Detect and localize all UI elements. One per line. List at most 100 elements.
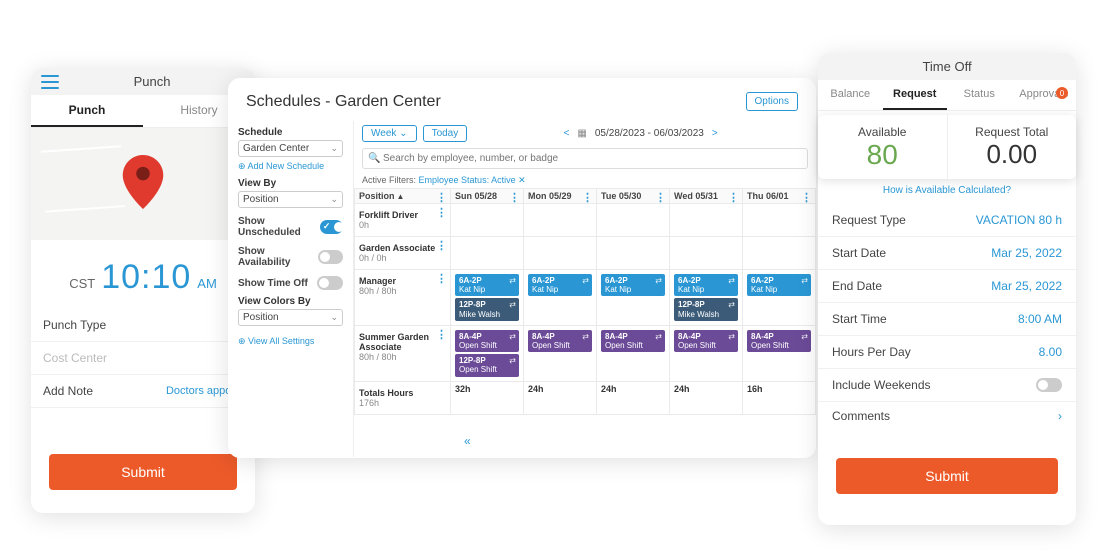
tab-approvals[interactable]: Approvals0 [1012, 80, 1077, 110]
schedule-cell[interactable] [743, 204, 816, 237]
schedule-cell[interactable] [524, 204, 597, 237]
swap-icon: ⇄ [509, 276, 516, 285]
swap-icon: ⇄ [655, 276, 662, 285]
totals-value: 32h [451, 381, 524, 414]
chevron-down-icon: ⌄ [330, 143, 338, 154]
row-menu-icon[interactable]: ⋮ [436, 328, 447, 341]
available-label: Available [822, 125, 943, 139]
schedule-cell[interactable]: 8A-4P⇄Open Shift [670, 325, 743, 381]
tab-status[interactable]: Status [947, 80, 1012, 110]
punch-type-row[interactable]: Punch Type [31, 309, 255, 342]
filter-tag[interactable]: Employee Status: Active ✕ [419, 175, 526, 185]
schedule-cell[interactable]: 8A-4P⇄Open Shift [524, 325, 597, 381]
punch-submit-button[interactable]: Submit [49, 454, 237, 490]
toggle-switch[interactable] [317, 276, 343, 290]
position-row: Forklift Driver0h⋮ [355, 204, 816, 237]
toggle-switch[interactable]: ✓ [320, 220, 343, 234]
schedule-cell[interactable] [597, 237, 670, 270]
shift-block[interactable]: 12P-8P⇄Mike Walsh [674, 298, 738, 320]
schedule-cell[interactable]: 6A-2P⇄Kat Nip12P-8P⇄Mike Walsh [670, 270, 743, 326]
position-column-header[interactable]: Position▲⋮ [355, 189, 451, 204]
comments-row[interactable]: Comments › [818, 402, 1076, 430]
shift-block[interactable]: 8A-4P⇄Open Shift [455, 330, 519, 352]
timeoff-tabs: BalanceRequestStatusApprovals0 [818, 80, 1076, 111]
swap-icon: ⇄ [801, 276, 808, 285]
timeoff-submit-button[interactable]: Submit [836, 458, 1058, 494]
view-all-settings-link[interactable]: ⊕ View All Settings [238, 336, 343, 347]
row-menu-icon[interactable]: ⋮ [436, 206, 447, 219]
include-weekends-toggle[interactable] [1036, 378, 1062, 392]
timeoff-field-hours-per-day[interactable]: Hours Per Day8.00 [818, 336, 1076, 369]
position-row: Manager80h / 80h⋮6A-2P⇄Kat Nip12P-8P⇄Mik… [355, 270, 816, 326]
shift-block[interactable]: 12P-8P⇄Mike Walsh [455, 298, 519, 320]
include-weekends-label: Include Weekends [832, 378, 931, 392]
map[interactable] [31, 128, 255, 240]
toggle-switch[interactable] [318, 250, 343, 264]
shift-block[interactable]: 8A-4P⇄Open Shift [674, 330, 738, 352]
column-menu-icon[interactable]: ⋮ [655, 191, 666, 204]
shift-block[interactable]: 8A-4P⇄Open Shift [747, 330, 811, 352]
row-menu-icon[interactable]: ⋮ [436, 272, 447, 285]
add-schedule-link[interactable]: ⊕ Add New Schedule [238, 161, 343, 172]
next-week-icon[interactable]: > [712, 128, 718, 139]
viewby-select[interactable]: Position⌄ [238, 191, 343, 208]
timeoff-field-request-type[interactable]: Request TypeVACATION 80 h [818, 204, 1076, 237]
calendar-icon[interactable]: ▦ [577, 128, 586, 139]
cost-center-row[interactable]: Cost Center [31, 342, 255, 375]
row-menu-icon[interactable]: ⋮ [436, 239, 447, 252]
add-note-row[interactable]: Add Note Doctors appoint [31, 375, 255, 408]
schedule-cell[interactable] [670, 237, 743, 270]
timeoff-field-start-date[interactable]: Start DateMar 25, 2022 [818, 237, 1076, 270]
schedule-cell[interactable]: 8A-4P⇄Open Shift [597, 325, 670, 381]
schedule-cell[interactable] [451, 204, 524, 237]
shift-block[interactable]: 12P-8P⇄Open Shift [455, 354, 519, 376]
schedule-cell[interactable]: 6A-2P⇄Kat Nip [597, 270, 670, 326]
shift-block[interactable]: 8A-4P⇄Open Shift [528, 330, 592, 352]
schedule-cell[interactable]: 8A-4P⇄Open Shift12P-8P⇄Open Shift [451, 325, 524, 381]
shift-block[interactable]: 6A-2P⇄Kat Nip [674, 274, 738, 296]
tab-request[interactable]: Request [883, 80, 948, 110]
schedule-cell[interactable] [524, 237, 597, 270]
schedule-select[interactable]: Garden Center⌄ [238, 140, 343, 157]
collapse-sidebar-icon[interactable]: « [464, 434, 471, 448]
shift-block[interactable]: 6A-2P⇄Kat Nip [747, 274, 811, 296]
day-column-header[interactable]: Sun 05/28⋮ [451, 189, 524, 204]
schedule-cell[interactable] [743, 237, 816, 270]
schedules-sidebar: Schedule Garden Center⌄ ⊕ Add New Schedu… [228, 121, 354, 457]
punch-tabs: Punch History [31, 95, 255, 128]
swap-icon: ⇄ [728, 300, 735, 309]
column-menu-icon[interactable]: ⋮ [509, 191, 520, 204]
options-button[interactable]: Options [746, 92, 798, 111]
shift-block[interactable]: 6A-2P⇄Kat Nip [455, 274, 519, 296]
tab-balance[interactable]: Balance [818, 80, 883, 110]
column-menu-icon[interactable]: ⋮ [436, 191, 447, 204]
column-menu-icon[interactable]: ⋮ [582, 191, 593, 204]
shift-block[interactable]: 8A-4P⇄Open Shift [601, 330, 665, 352]
timeoff-field-start-time[interactable]: Start Time8:00 AM [818, 303, 1076, 336]
today-button[interactable]: Today [423, 125, 468, 142]
schedule-cell[interactable] [597, 204, 670, 237]
day-column-header[interactable]: Mon 05/29⋮ [524, 189, 597, 204]
shift-block[interactable]: 6A-2P⇄Kat Nip [528, 274, 592, 296]
schedule-cell[interactable]: 6A-2P⇄Kat Nip [524, 270, 597, 326]
prev-week-icon[interactable]: < [564, 128, 570, 139]
column-menu-icon[interactable]: ⋮ [728, 191, 739, 204]
week-button[interactable]: Week ⌄ [362, 125, 417, 142]
menu-icon[interactable] [41, 75, 59, 89]
timeoff-field-end-date[interactable]: End DateMar 25, 2022 [818, 270, 1076, 303]
column-menu-icon[interactable]: ⋮ [801, 191, 812, 204]
day-column-header[interactable]: Thu 06/01⋮ [743, 189, 816, 204]
schedule-cell[interactable]: 6A-2P⇄Kat Nip [743, 270, 816, 326]
colors-select[interactable]: Position⌄ [238, 309, 343, 326]
schedule-cell[interactable] [670, 204, 743, 237]
calc-link[interactable]: How is Available Calculated? [818, 179, 1076, 204]
schedule-cell[interactable] [451, 237, 524, 270]
schedule-cell[interactable]: 6A-2P⇄Kat Nip12P-8P⇄Mike Walsh [451, 270, 524, 326]
schedule-cell[interactable]: 8A-4P⇄Open Shift [743, 325, 816, 381]
chevron-down-icon: ⌄ [330, 312, 338, 323]
day-column-header[interactable]: Tue 05/30⋮ [597, 189, 670, 204]
day-column-header[interactable]: Wed 05/31⋮ [670, 189, 743, 204]
shift-block[interactable]: 6A-2P⇄Kat Nip [601, 274, 665, 296]
tab-punch[interactable]: Punch [31, 95, 143, 127]
schedule-search-input[interactable] [362, 148, 808, 169]
